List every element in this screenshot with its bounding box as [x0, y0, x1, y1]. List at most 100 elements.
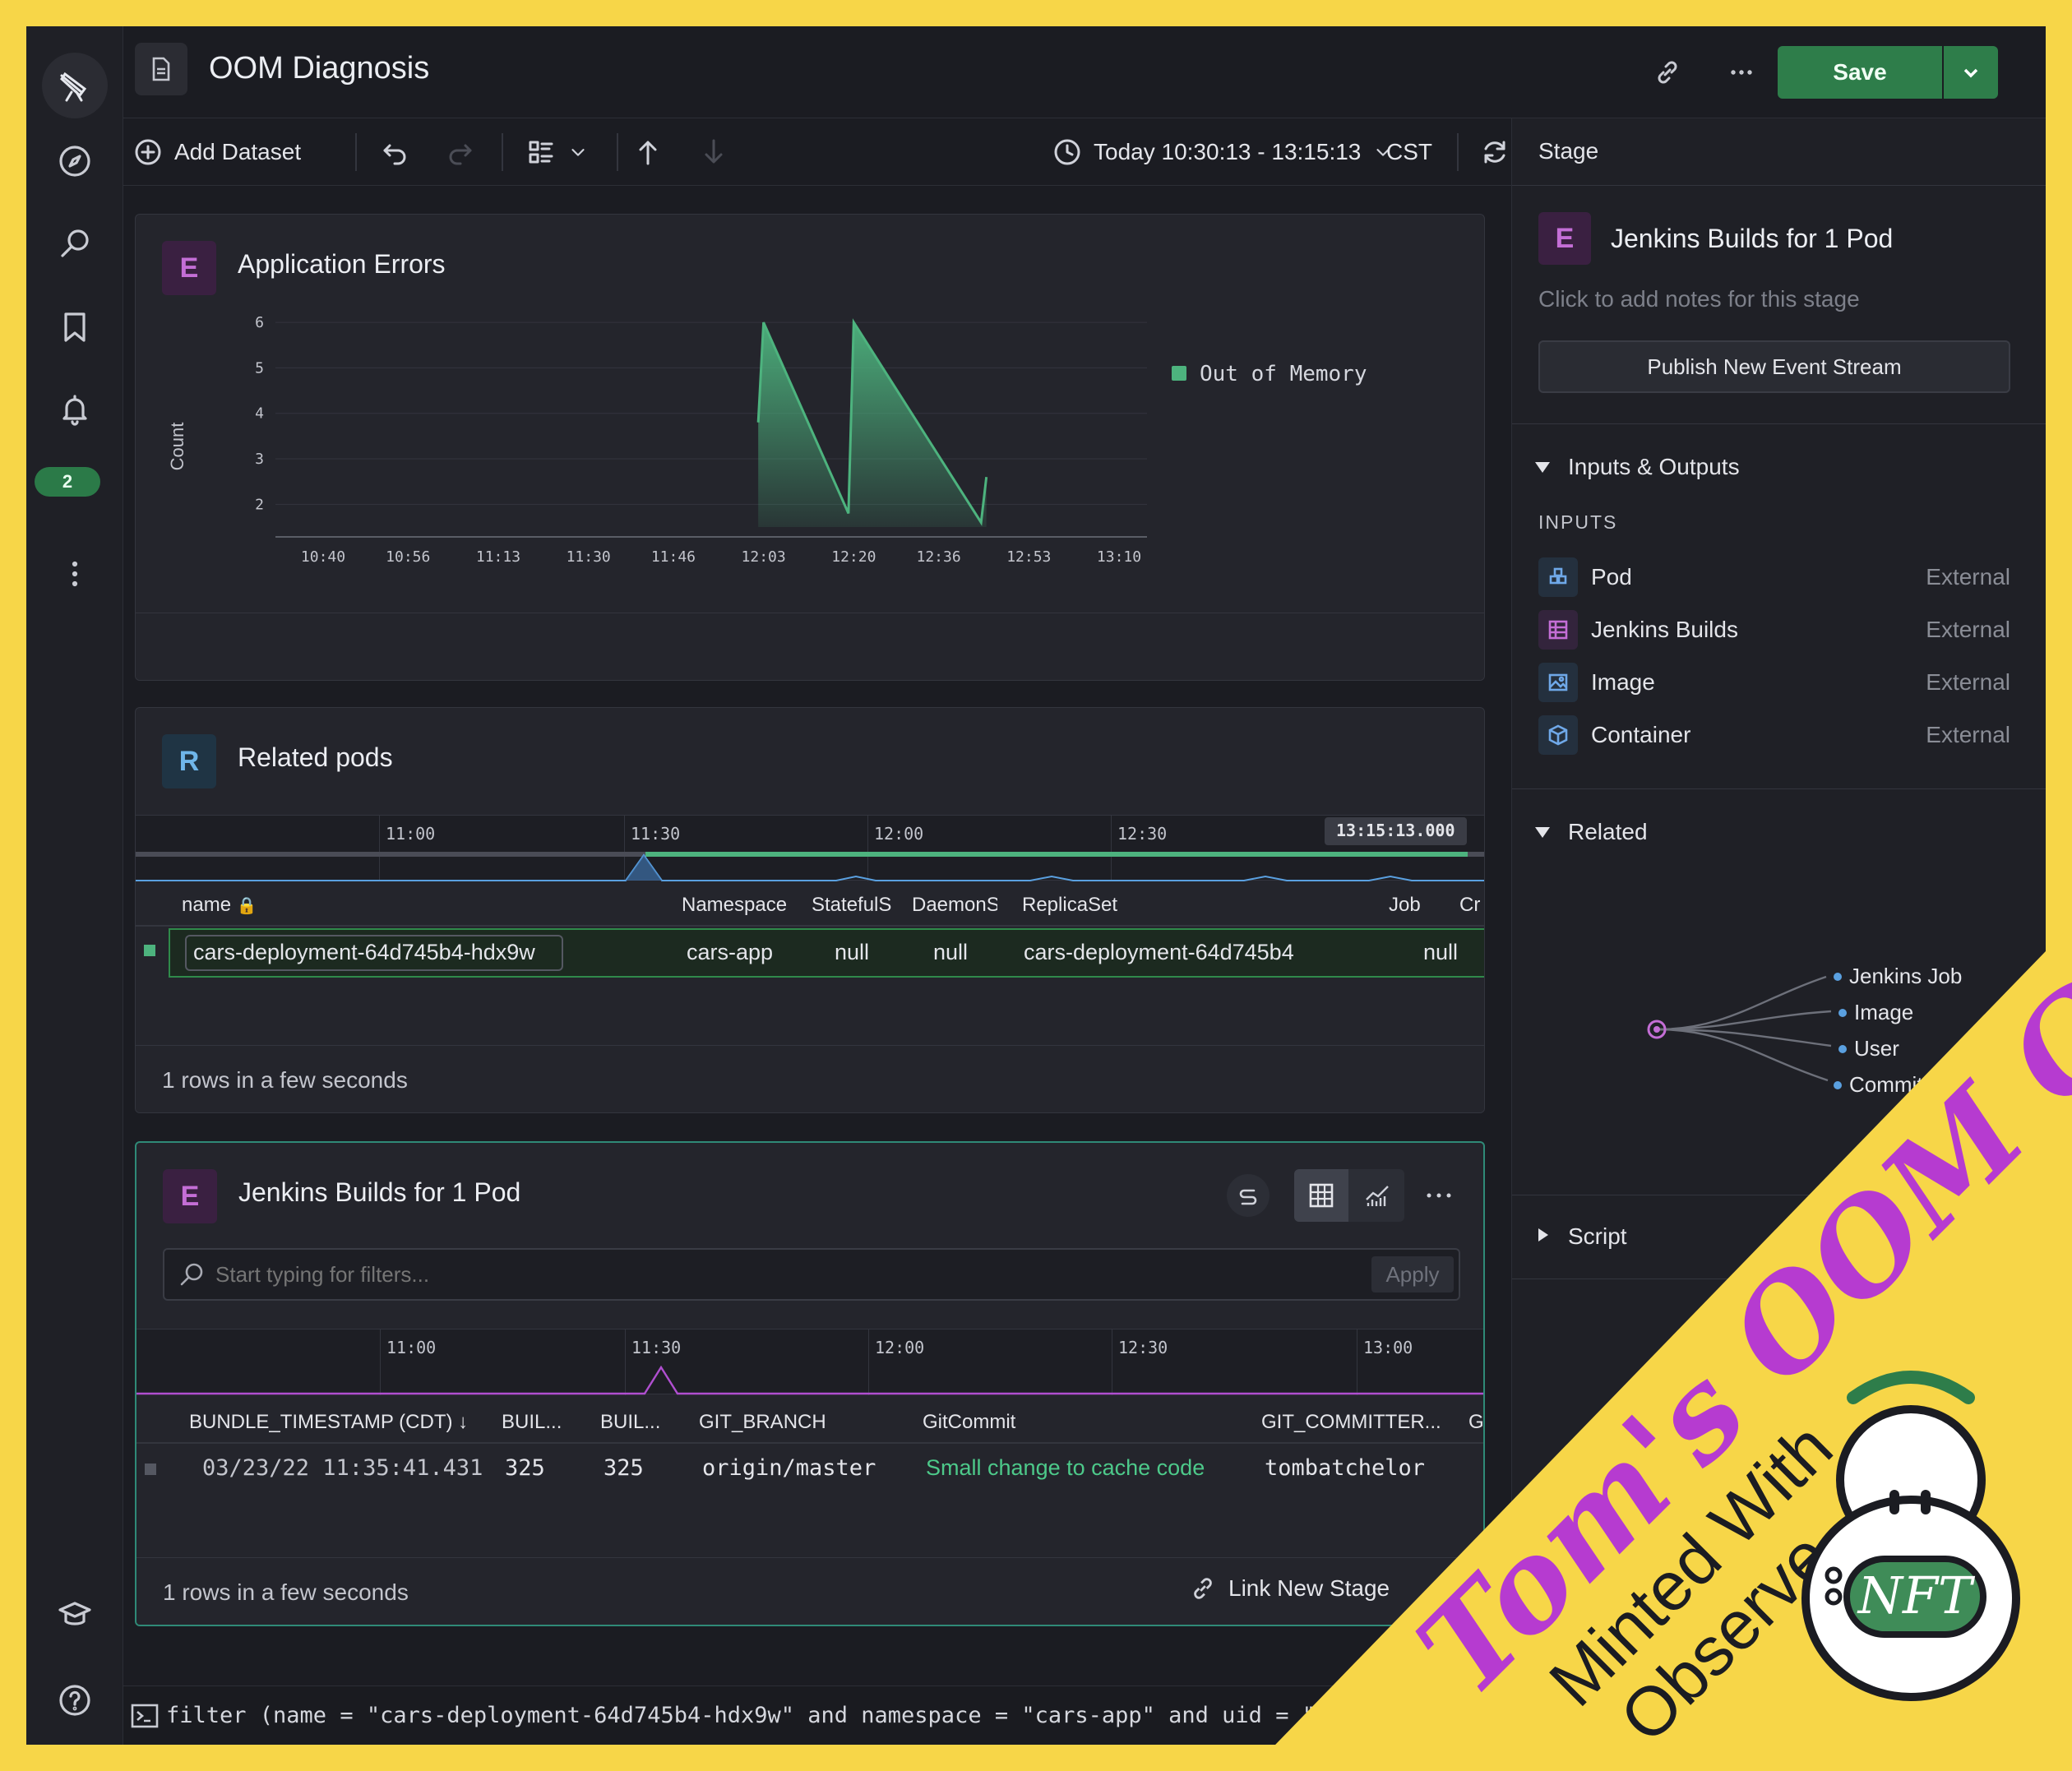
stage-name[interactable]: Jenkins Builds for 1 Pod	[1611, 224, 1893, 254]
y-tick-label: 3	[255, 451, 264, 468]
sync-toggle-icon[interactable]	[1227, 1174, 1270, 1217]
table-cell[interactable]: tombatchelor	[1265, 1455, 1425, 1481]
table-view-icon[interactable]	[1294, 1169, 1348, 1222]
timeline-cursor-label: 13:15:13.000	[1325, 817, 1467, 845]
help-icon[interactable]	[49, 1674, 101, 1727]
column-header[interactable]: StatefulS	[812, 894, 900, 917]
filter-input[interactable]	[215, 1258, 1284, 1291]
column-header[interactable]: DaemonS	[912, 894, 997, 917]
timezone-selector[interactable]: CST	[1386, 133, 1432, 171]
save-options-chevron-down-icon[interactable]	[1944, 46, 1998, 99]
search-icon[interactable]	[49, 217, 101, 270]
column-header[interactable]: GIT_COMMITTER...	[1261, 1411, 1450, 1434]
builds-timeline[interactable]: 11:00 11:30 12:00 12:30 13:00	[136, 1329, 1483, 1395]
link-new-stage-label: Link New Stage	[1228, 1575, 1390, 1601]
chart-view-icon[interactable]	[1350, 1169, 1404, 1222]
related-node[interactable]: Jenkins Job	[1849, 964, 1962, 989]
move-down-arrow-icon[interactable]	[699, 133, 728, 171]
x-tick-label: 12:36	[916, 548, 960, 566]
more-vertical-icon[interactable]	[49, 548, 101, 600]
explore-compass-icon[interactable]	[49, 135, 101, 187]
table-cell[interactable]: cars-deployment-64d745b4-hdx9w	[193, 940, 535, 965]
stage-notes[interactable]: Click to add notes for this stage	[1538, 286, 1860, 312]
undo-icon[interactable]	[380, 133, 409, 171]
column-header[interactable]: ReplicaSet	[1022, 894, 1228, 917]
redo-icon[interactable]	[446, 133, 475, 171]
table-cell[interactable]: origin/master	[702, 1455, 876, 1481]
more-horizontal-icon[interactable]	[1722, 53, 1761, 92]
timeline-tick: 12:00	[875, 1338, 925, 1357]
more-horizontal-icon[interactable]	[1419, 1179, 1459, 1212]
panel-title: Related pods	[238, 742, 393, 772]
table-row[interactable]: 03/23/22 11:35:41.431 325 325 origin/mas…	[136, 1444, 1483, 1495]
related-node[interactable]: User	[1854, 1036, 1899, 1061]
input-name: Pod	[1591, 564, 1632, 590]
move-up-arrow-icon[interactable]	[633, 133, 663, 171]
table-cell[interactable]: cars-deployment-64d745b4	[1024, 940, 1294, 965]
column-header[interactable]: Job	[1389, 894, 1455, 917]
publish-event-stream-button[interactable]: Publish New Event Stream	[1538, 340, 2010, 393]
table-cell[interactable]: 03/23/22 11:35:41.431	[202, 1455, 483, 1481]
time-range-picker[interactable]: Today 10:30:13 - 13:15:13	[1052, 133, 1394, 171]
timeline-tick: 12:00	[874, 824, 924, 844]
command-text[interactable]: filter (name = "cars-deployment-64d745b4…	[166, 1703, 1329, 1728]
collapse-triangle-icon[interactable]	[1535, 462, 1550, 473]
page-title[interactable]: OOM Diagnosis	[209, 51, 429, 86]
app-window: 2 OOM Diagnosis Save Add Dataset Today 1…	[26, 26, 2046, 1745]
table-cell[interactable]: 325	[505, 1455, 545, 1481]
table-row[interactable]: cars-deployment-64d745b4-hdx9w cars-app …	[169, 928, 1484, 978]
opal-command-bar[interactable]: filter (name = "cars-deployment-64d745b4…	[123, 1685, 2046, 1745]
y-axis-label: Count	[167, 423, 187, 471]
refresh-icon[interactable]	[1480, 133, 1510, 171]
stage-side-panel: Stage E Jenkins Builds for 1 Pod Click t…	[1511, 118, 2046, 1745]
table-cell[interactable]: 325	[604, 1455, 644, 1481]
x-tick-label: 12:53	[1006, 548, 1051, 566]
bookmark-icon[interactable]	[49, 301, 101, 354]
column-header[interactable]: GIT_BRANCH	[699, 1411, 904, 1434]
column-header[interactable]: G	[1468, 1411, 1483, 1434]
column-header[interactable]: Namespace	[682, 894, 789, 917]
link-new-stage-button[interactable]: Link New Stage	[1189, 1574, 1390, 1602]
commit-link[interactable]: Small change to cache code	[926, 1455, 1205, 1481]
table-cell[interactable]: null	[835, 940, 869, 965]
input-name: Container	[1591, 722, 1691, 747]
column-header[interactable]: GitCommit	[923, 1411, 1169, 1434]
input-item-image[interactable]: Image External	[1538, 659, 2010, 705]
table-cell[interactable]: null	[933, 940, 968, 965]
apply-filter-button[interactable]: Apply	[1371, 1256, 1454, 1292]
time-range-label: Today 10:30:13 - 13:15:13	[1094, 139, 1362, 164]
x-tick-label: 11:46	[651, 548, 696, 566]
add-dataset-button[interactable]: Add Dataset	[133, 133, 301, 171]
graduation-cap-icon[interactable]	[49, 1588, 101, 1641]
observe-logo[interactable]	[42, 53, 108, 118]
errors-chart: 2 3 4 5 6 10:40 10:56 11:13 11:30 11:46 12:03 12:2…	[167, 314, 1367, 566]
column-header[interactable]: Cr	[1459, 894, 1484, 917]
bell-icon[interactable]	[49, 383, 101, 436]
panel-footer: 1 rows in a few seconds	[136, 1045, 1484, 1112]
legend-label[interactable]: Out of Memory	[1200, 362, 1367, 386]
save-button[interactable]: Save	[1778, 46, 1942, 99]
column-header-name[interactable]: name 🔒	[182, 894, 478, 917]
link-icon[interactable]	[1648, 53, 1687, 92]
table-cell[interactable]: null	[1423, 940, 1458, 965]
column-header[interactable]: BUIL...	[502, 1411, 592, 1434]
row-status-marker	[145, 1464, 156, 1475]
table-cell[interactable]: cars-app	[687, 940, 773, 965]
related-node[interactable]: Commit	[1849, 1072, 1923, 1098]
related-node[interactable]: Image	[1854, 1000, 1913, 1025]
expand-triangle-icon[interactable]	[1538, 1228, 1548, 1242]
section-header[interactable]: Script	[1568, 1223, 1627, 1250]
pods-timeline[interactable]: 11:00 11:30 12:00 12:30 13:15:13.000	[136, 815, 1484, 881]
input-kind: External	[1926, 564, 2010, 590]
column-header[interactable]: BUIL...	[600, 1411, 691, 1434]
section-header[interactable]: Inputs & Outputs	[1568, 454, 1740, 480]
input-item-jenkins-builds[interactable]: Jenkins Builds External	[1538, 607, 2010, 653]
column-header-sorted[interactable]: BUNDLE_TIMESTAMP (CDT) ↓	[189, 1411, 493, 1434]
input-item-pod[interactable]: Pod External	[1538, 554, 2010, 600]
table-icon	[1538, 610, 1578, 650]
input-kind: External	[1926, 722, 2010, 747]
stage-badge: E	[163, 1169, 217, 1223]
layout-menu-icon[interactable]	[526, 133, 589, 171]
panel-title: Jenkins Builds for 1 Pod	[238, 1177, 521, 1207]
input-item-container[interactable]: Container External	[1538, 712, 2010, 758]
